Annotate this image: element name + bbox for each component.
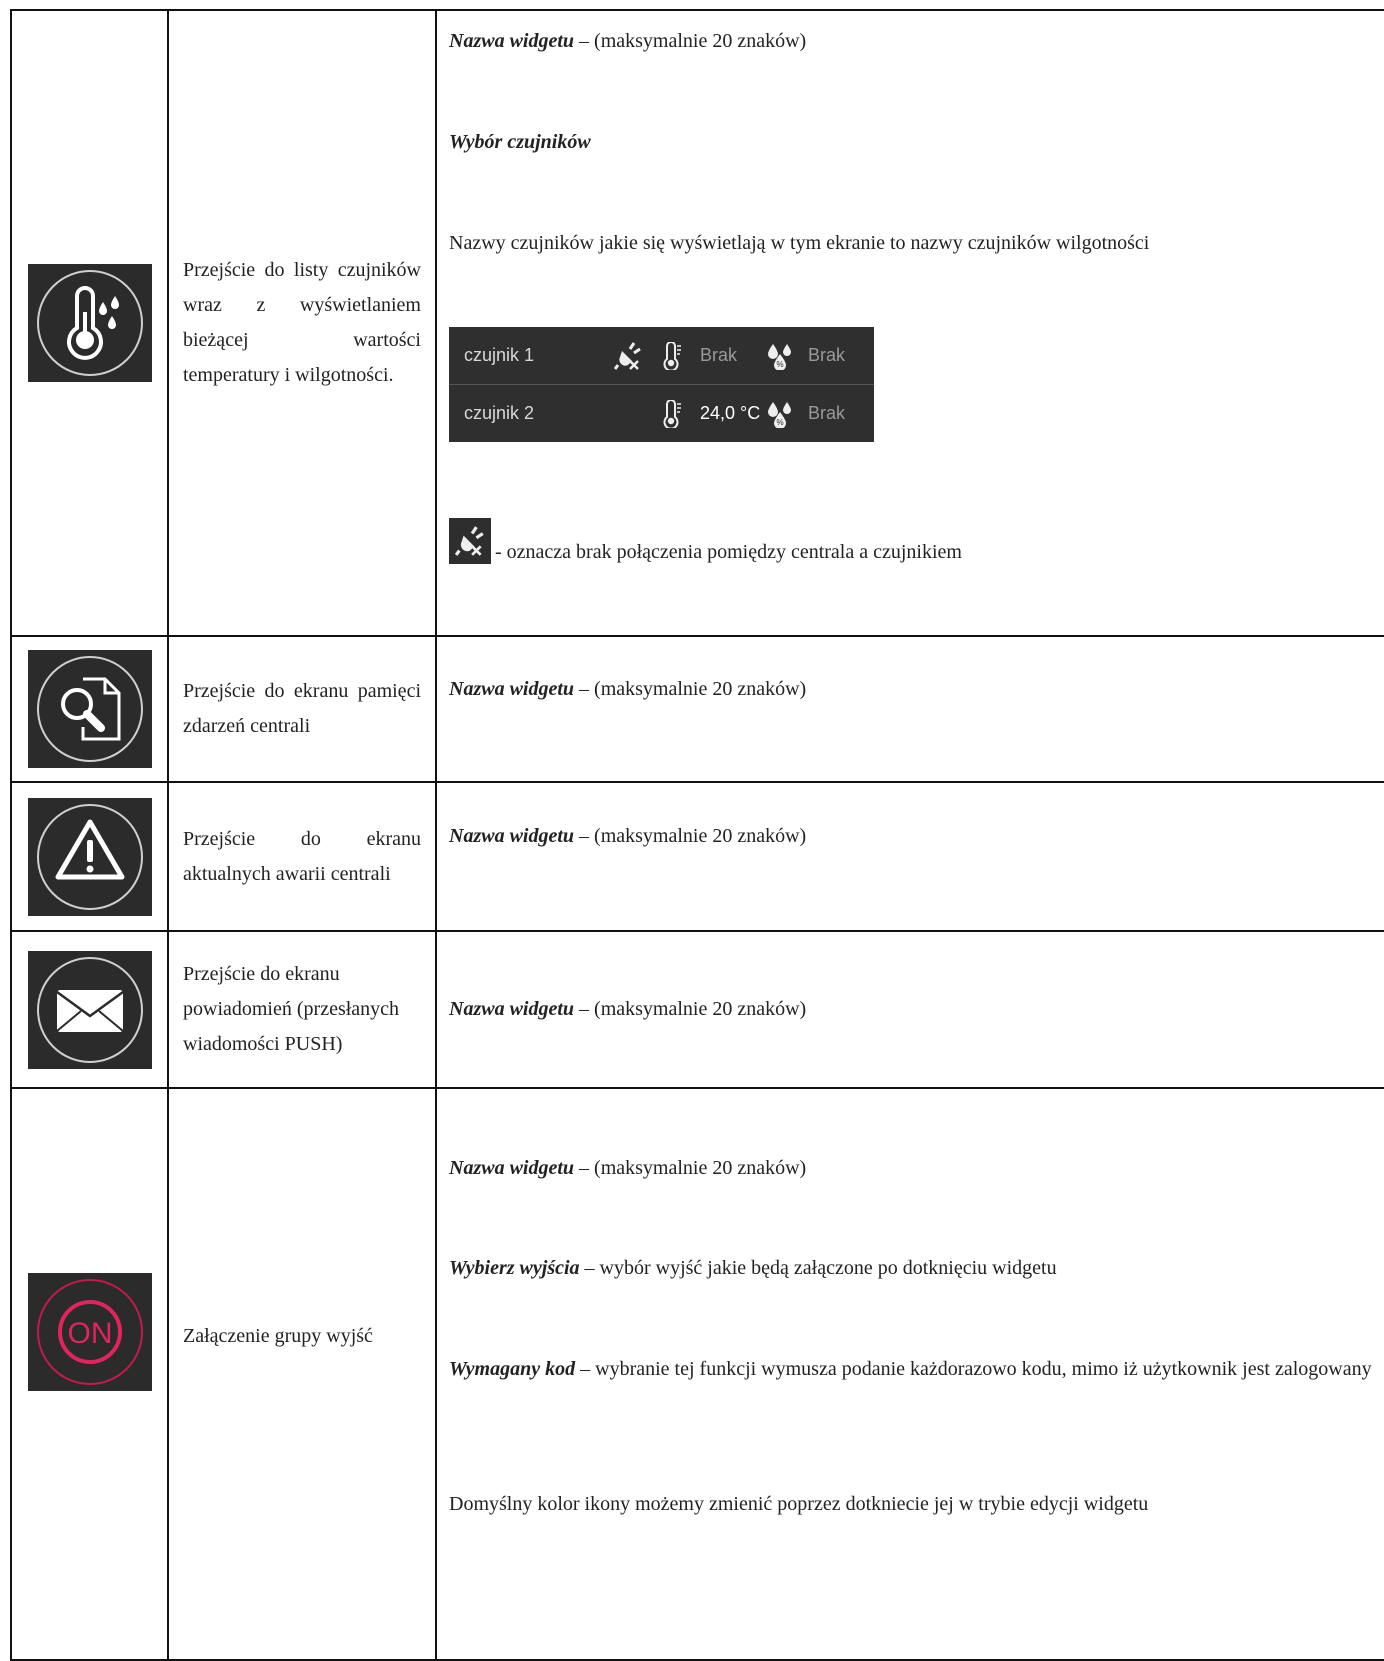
table-row: ON Załączenie grupy wyjść Nazwa widgetu … [10,1087,1384,1661]
widget-name-label: Nazwa widgetu [449,1157,575,1179]
humidity-icon: % [767,400,793,428]
row-description: Przejście do ekranu powiadomień (przesła… [167,930,437,1089]
thermometer-humidity-icon [27,264,152,382]
icon-cell [10,781,169,932]
widget-name-label: Nazwa widgetu [449,30,575,52]
temperature-value: Brak [700,345,738,365]
sensor-select-label: Wybór czujników [449,131,591,153]
humidity-icon: % [767,342,793,370]
settings-cell: Nazwa widgetu – (maksymalnie 20 znaków) [435,781,1384,932]
humidity-value: Brak [808,345,846,365]
table-row: Przejście do listy czujników wraz z wyśw… [10,9,1384,637]
humidity-value: Brak [808,403,846,423]
icon-cell [10,930,169,1089]
table-row: Przejście do ekranu powiadomień (przesła… [10,930,1384,1089]
table-row: Przejście do ekranu pamięci zdarzeń cent… [10,635,1384,783]
widget-name-limit: – (maksymalnie 20 znaków) [574,30,807,52]
row-description: Załączenie grupy wyjść [167,1087,437,1661]
svg-text:%: % [776,418,783,427]
widget-name-line: Nazwa widgetu – (maksymalnie 20 znaków) [449,24,806,59]
widget-name-line: Nazwa widgetu – (maksymalnie 20 znaków) [449,1151,806,1186]
widget-name-label: Nazwa widgetu [449,825,575,847]
sensor-names-note: Nazwy czujników jakie się wyświetlają w … [449,232,1150,254]
settings-cell: Nazwa widgetu – (maksymalnie 20 znaków) … [435,9,1384,637]
widget-name-label: Nazwa widgetu [449,998,575,1020]
sensor-row[interactable]: czujnik 2 24,0 °C % Brak [449,384,874,442]
settings-cell: Nazwa widgetu – (maksymalnie 20 znaków) … [435,1087,1384,1661]
icon-cell: ON [10,1087,169,1661]
row-description: Przejście do ekranu aktualnych awarii ce… [167,781,437,932]
warning-triangle-icon [27,797,152,916]
widget-name-label: Nazwa widgetu [449,678,575,700]
table-row: Przejście do ekranu aktualnych awarii ce… [10,781,1384,932]
sensor-list-preview: czujnik 1 Brak % Brak czujnik 2 24,0 °C … [449,327,874,442]
code-line: Wymagany kod – wybranie tej funkcji wymu… [449,1352,1374,1387]
outputs-label: Wybierz wyjścia [449,1257,580,1279]
widget-name-limit: – (maksymalnie 20 znaków) [574,1157,807,1179]
outputs-line: Wybierz wyjścia – wybór wyjść jakie będą… [449,1251,1057,1286]
icon-cell [10,635,169,783]
outputs-text: – wybór wyjść jakie będą załączone po do… [579,1257,1057,1279]
legend-line: - oznacza brak połączenia pomiędzy centr… [449,518,962,564]
code-text: – wybranie tej funkcji wymusza podanie k… [575,1358,1372,1380]
event-log-search-icon [27,650,152,768]
legend-text: - oznacza brak połączenia pomiędzy centr… [495,541,962,563]
widget-name-limit: – (maksymalnie 20 znaków) [574,678,807,700]
color-note: Domyślny kolor ikony możemy zmienić popr… [449,1493,1149,1515]
widget-name-limit: – (maksymalnie 20 znaków) [574,998,807,1020]
sensor-row[interactable]: czujnik 1 Brak % Brak [449,327,874,384]
widget-name-line: Nazwa widgetu – (maksymalnie 20 znaków) [449,672,1374,707]
thermometer-icon [662,341,682,370]
code-label: Wymagany kod [449,1358,576,1380]
settings-cell: Nazwa widgetu – (maksymalnie 20 znaków) [435,930,1384,1089]
widget-name-line: Nazwa widgetu – (maksymalnie 20 znaków) [449,819,1374,854]
widget-name-limit: – (maksymalnie 20 znaków) [574,825,807,847]
settings-cell: Nazwa widgetu – (maksymalnie 20 znaków) [435,635,1384,783]
widget-name-line: Nazwa widgetu – (maksymalnie 20 znaków) [449,992,1374,1027]
sensor-name: czujnik 2 [464,403,535,423]
widget-table: Przejście do listy czujników wraz z wyśw… [10,9,1384,1661]
icon-cell [10,9,169,637]
temperature-value: 24,0 °C [700,403,761,423]
envelope-icon [27,950,152,1069]
on-button-icon: ON [27,1273,152,1391]
on-label: ON [67,1317,112,1350]
svg-text:%: % [776,360,783,369]
plug-disconnected-icon [614,341,642,371]
plug-disconnected-icon [449,518,491,564]
sensor-name: czujnik 1 [464,345,535,365]
row-description: Przejście do ekranu pamięci zdarzeń cent… [167,635,437,783]
thermometer-icon [662,399,682,428]
row-description: Przejście do listy czujników wraz z wyśw… [167,9,437,637]
